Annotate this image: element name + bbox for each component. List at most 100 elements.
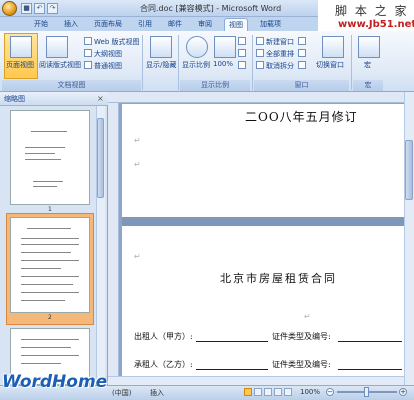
lessee-id-type-label: 证件类型及编号: bbox=[272, 360, 331, 369]
zoom-slider-handle[interactable] bbox=[364, 387, 369, 397]
thumbnail-line bbox=[21, 252, 71, 253]
thumbnail-line bbox=[25, 153, 55, 154]
outline-button[interactable]: 大纲视图 bbox=[84, 49, 122, 59]
tab-page-layout[interactable]: 页面布局 bbox=[90, 18, 126, 31]
thumbnail-line bbox=[21, 339, 79, 340]
vertical-ruler[interactable] bbox=[108, 103, 119, 385]
show-hide-label[interactable]: 显示/隐藏 bbox=[146, 60, 176, 70]
web-view-button[interactable]: Web 版式视图 bbox=[84, 37, 140, 47]
tab-addins[interactable]: 加载项 bbox=[256, 18, 285, 31]
zoom-group-label: 显示比例 bbox=[180, 80, 250, 91]
paragraph-mark: ↵ bbox=[134, 252, 141, 261]
one-page-icon[interactable] bbox=[238, 37, 246, 45]
window-group-label: 窗口 bbox=[254, 80, 349, 91]
macro-group-label: 宏 bbox=[353, 80, 383, 91]
web-layout-shortcut-icon[interactable] bbox=[264, 388, 272, 396]
full-screen-reading-shortcut-icon[interactable] bbox=[254, 388, 262, 396]
macro-icon[interactable] bbox=[358, 36, 380, 58]
show-hide-icon[interactable] bbox=[150, 36, 172, 58]
tab-review[interactable]: 审阅 bbox=[194, 18, 216, 31]
zoom-magnifier-icon[interactable] bbox=[186, 36, 208, 58]
office-button[interactable] bbox=[2, 1, 17, 16]
doc-views-group-label: 文档视图 bbox=[2, 80, 141, 91]
reset-position-icon[interactable] bbox=[298, 61, 306, 69]
thumbnail-scrollbar-thumb[interactable] bbox=[97, 118, 104, 198]
lessee-label: 承租人（乙方）: bbox=[134, 360, 193, 369]
web-view-label: Web 版式视图 bbox=[94, 38, 140, 46]
thumbnail-line bbox=[21, 284, 73, 285]
redo-icon[interactable]: ↷ bbox=[47, 3, 58, 14]
thumbnail-page-number: 1 bbox=[48, 206, 52, 213]
new-window-button[interactable]: 新建窗口 bbox=[256, 37, 294, 47]
tab-view[interactable]: 视图 bbox=[224, 18, 248, 31]
thumbnail-line bbox=[33, 181, 63, 182]
macro-button-label[interactable]: 宏 bbox=[364, 60, 371, 70]
arrange-all-icon bbox=[256, 49, 264, 57]
zoom-level-status[interactable]: 100% bbox=[300, 388, 320, 396]
revision-date-line: 二OO八年五月修订 bbox=[245, 110, 358, 124]
page-view-icon bbox=[10, 36, 32, 58]
thumbnail-page-2[interactable] bbox=[10, 217, 90, 313]
vertical-scrollbar[interactable] bbox=[404, 92, 414, 385]
zoom-out-icon[interactable]: − bbox=[326, 388, 334, 396]
split-label: 取消拆分 bbox=[266, 62, 294, 70]
thumbnail-line bbox=[21, 268, 61, 269]
view-side-by-side-icon[interactable] bbox=[298, 37, 306, 45]
horizontal-scrollbar[interactable] bbox=[108, 376, 404, 385]
sync-scroll-icon[interactable] bbox=[298, 49, 306, 57]
thumbnail-pane-title: 缩略图 bbox=[4, 95, 25, 103]
new-window-icon bbox=[256, 37, 264, 45]
outline-shortcut-icon[interactable] bbox=[274, 388, 282, 396]
save-icon[interactable]: ■ bbox=[21, 3, 32, 14]
thumbnail-line bbox=[21, 238, 79, 239]
lessee-id-underline bbox=[338, 369, 402, 370]
two-pages-icon[interactable] bbox=[238, 49, 246, 57]
outline-icon bbox=[84, 49, 92, 57]
zoom-100-label[interactable]: 100% bbox=[213, 60, 233, 68]
new-window-label: 新建窗口 bbox=[266, 38, 294, 46]
language-status[interactable]: (中国) bbox=[112, 388, 131, 398]
tab-mailings[interactable]: 邮件 bbox=[164, 18, 186, 31]
horizontal-ruler[interactable] bbox=[108, 92, 404, 103]
draft-shortcut-icon[interactable] bbox=[284, 388, 292, 396]
split-button[interactable]: 取消拆分 bbox=[256, 61, 294, 71]
lessor-id-type-label: 证件类型及编号: bbox=[272, 332, 331, 341]
reading-view-icon[interactable] bbox=[46, 36, 68, 58]
arrange-all-button[interactable]: 全部重排 bbox=[256, 49, 294, 59]
arrange-all-label: 全部重排 bbox=[266, 50, 294, 58]
tab-references[interactable]: 引用 bbox=[134, 18, 156, 31]
thumbnail-line bbox=[33, 186, 57, 187]
thumbnail-line bbox=[21, 300, 65, 301]
page-gap bbox=[122, 217, 404, 226]
undo-icon[interactable]: ↶ bbox=[34, 3, 45, 14]
thumbnail-line bbox=[21, 363, 61, 364]
zoom-in-icon[interactable]: + bbox=[399, 388, 407, 396]
ribbon-separator bbox=[252, 35, 253, 90]
view-shortcuts bbox=[244, 388, 294, 397]
tab-insert[interactable]: 插入 bbox=[60, 18, 82, 31]
web-view-icon bbox=[84, 37, 92, 45]
zoom-100-icon[interactable] bbox=[214, 36, 236, 58]
zoom-button-label[interactable]: 显示比例 bbox=[182, 60, 210, 70]
print-layout-shortcut-icon[interactable] bbox=[244, 388, 252, 396]
thumbnail-line bbox=[25, 159, 61, 160]
paragraph-mark: ↵ bbox=[134, 160, 141, 169]
ribbon-separator bbox=[351, 35, 352, 90]
ribbon-separator bbox=[142, 35, 143, 90]
switch-windows-label[interactable]: 切换窗口 bbox=[316, 60, 344, 70]
window-title: 合同.doc [兼容模式] - Microsoft Word bbox=[140, 4, 282, 13]
switch-windows-icon[interactable] bbox=[322, 36, 344, 58]
reading-view-label[interactable]: 阅读版式视图 bbox=[39, 60, 81, 70]
page-view-label: 页面视图 bbox=[6, 61, 34, 69]
insert-mode-status[interactable]: 插入 bbox=[150, 388, 164, 398]
thumbnail-line bbox=[31, 131, 67, 132]
draft-icon bbox=[84, 61, 92, 69]
thumbnail-line bbox=[21, 355, 79, 356]
vertical-scrollbar-thumb[interactable] bbox=[405, 140, 413, 200]
page-width-icon[interactable] bbox=[238, 61, 246, 69]
draft-button[interactable]: 普通视图 bbox=[84, 61, 122, 71]
paragraph-mark: ↵ bbox=[304, 312, 311, 321]
thumbnail-page-1[interactable] bbox=[10, 110, 90, 205]
tab-home[interactable]: 开始 bbox=[30, 18, 52, 31]
close-icon[interactable]: × bbox=[97, 94, 104, 103]
